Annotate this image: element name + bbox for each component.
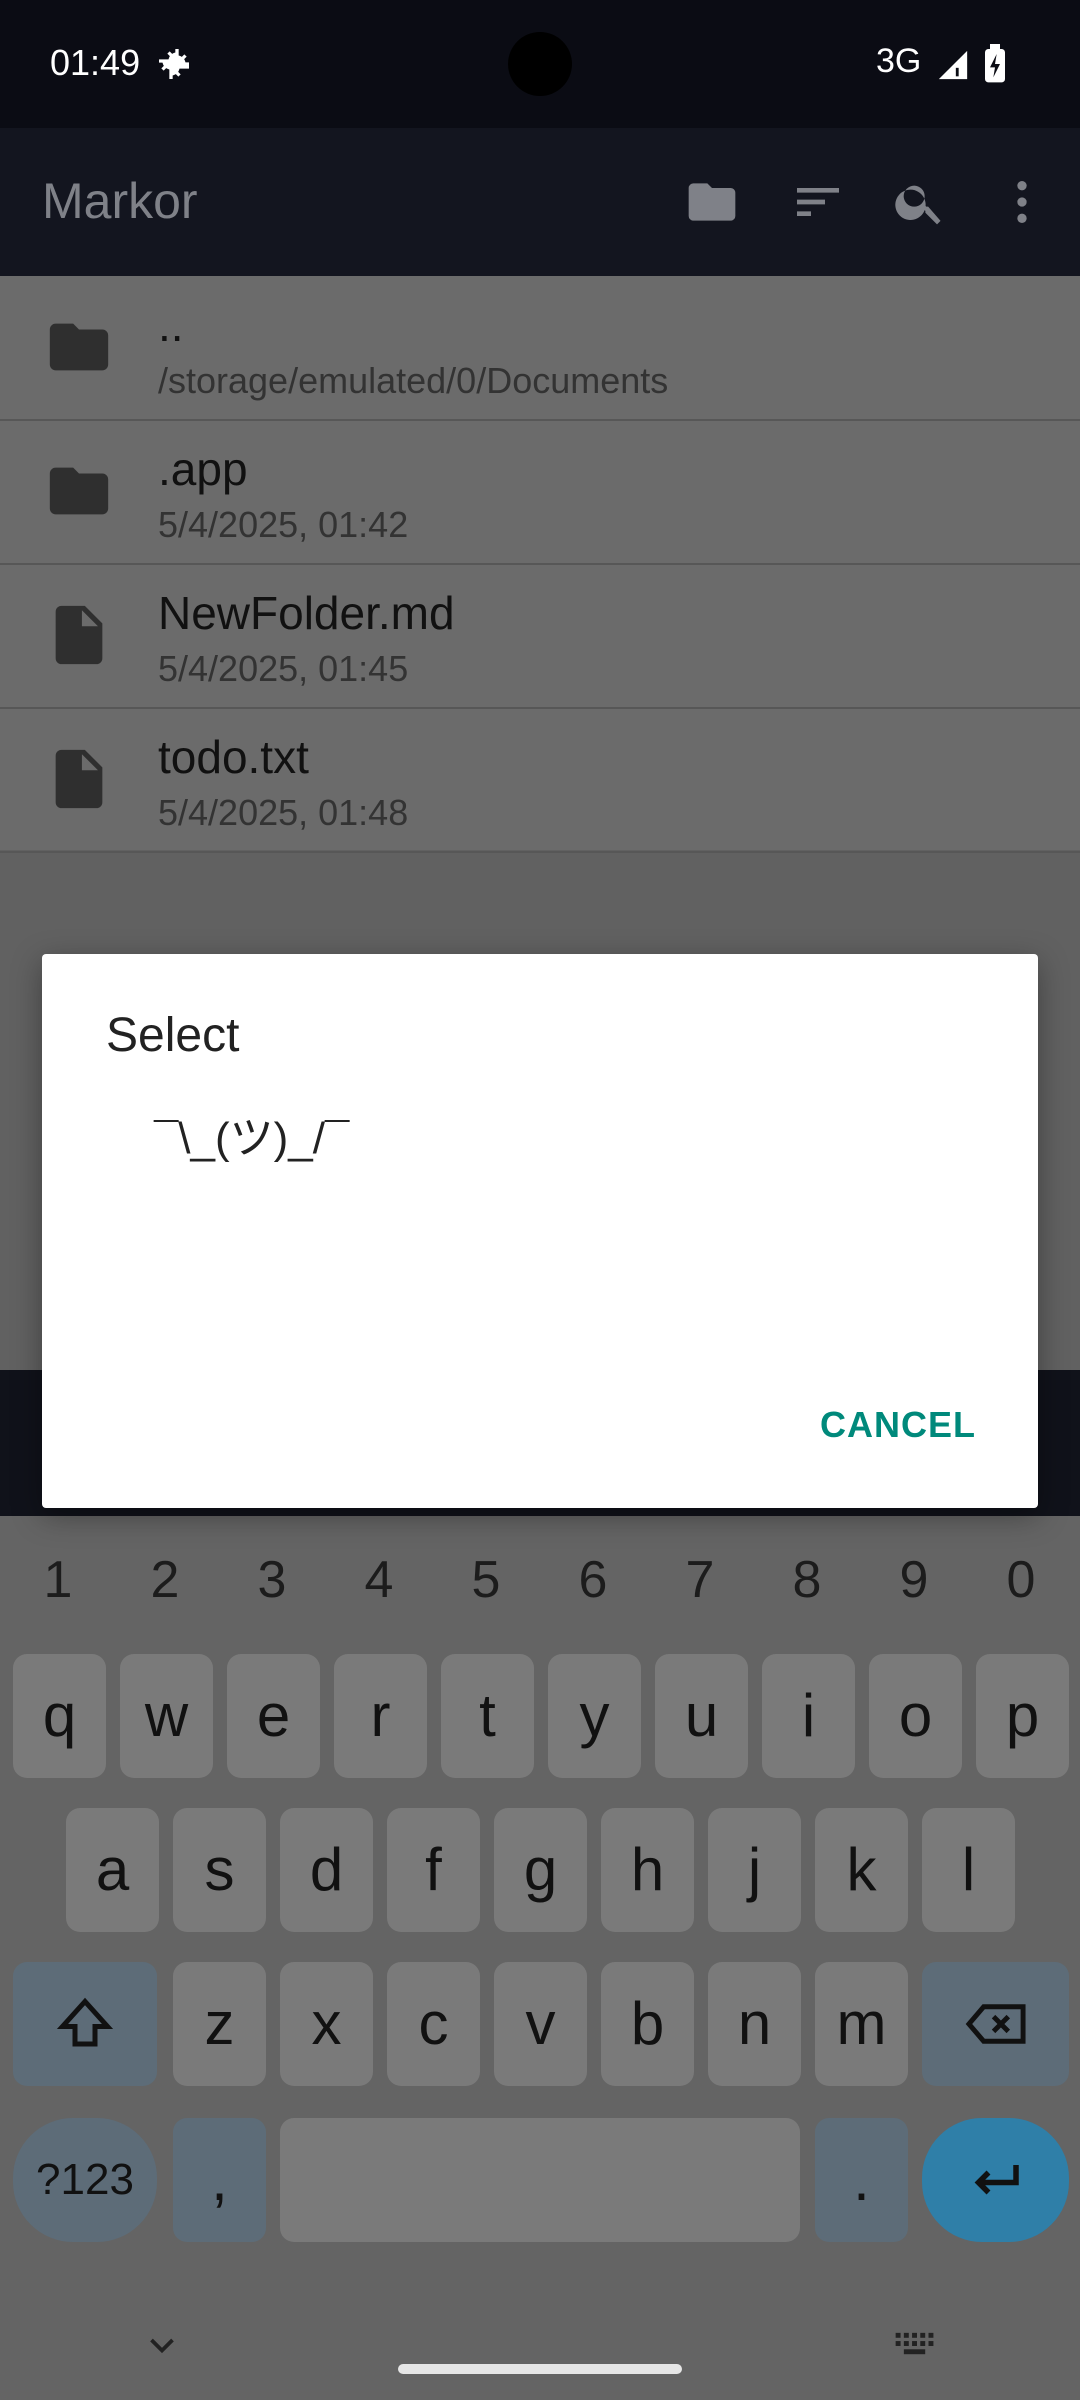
camera-cutout	[508, 32, 572, 96]
file-name: ..	[158, 299, 184, 351]
folder-icon	[44, 456, 114, 531]
list-item-parent-folder[interactable]: .. /storage/emulated/0/Documents	[0, 276, 1080, 421]
key-a[interactable]: a	[66, 1808, 159, 1932]
key-h[interactable]: h	[601, 1808, 694, 1932]
file-name: todo.txt	[158, 731, 309, 783]
folder-icon	[44, 312, 114, 387]
key-n[interactable]: n	[708, 1962, 801, 2086]
search-icon[interactable]	[892, 174, 948, 235]
key-s[interactable]: s	[173, 1808, 266, 1932]
enter-key[interactable]	[922, 2118, 1069, 2242]
file-detail: /storage/emulated/0/Documents	[158, 360, 669, 401]
key-w[interactable]: w	[120, 1654, 213, 1778]
key-o[interactable]: o	[869, 1654, 962, 1778]
key-7[interactable]: 7	[650, 1550, 750, 1610]
sort-icon[interactable]	[790, 174, 846, 235]
select-dialog: Select ¯\_(ツ)_/¯ CANCEL	[42, 954, 1038, 1508]
status-bar: 01:49 3G	[0, 0, 1080, 128]
key-p[interactable]: p	[976, 1654, 1069, 1778]
navigation-handle[interactable]	[398, 2364, 682, 2374]
list-item-app-folder[interactable]: .app 5/4/2025, 01:42	[0, 420, 1080, 565]
file-detail: 5/4/2025, 01:48	[158, 792, 409, 833]
key-m[interactable]: m	[815, 1962, 908, 2086]
key-g[interactable]: g	[494, 1808, 587, 1932]
list-item-newfolder-md[interactable]: NewFolder.md 5/4/2025, 01:45	[0, 564, 1080, 709]
keyboard: 1 2 3 4 5 6 7 8 9 0 q w e r t y u i o p …	[0, 1516, 1080, 2400]
key-k[interactable]: k	[815, 1808, 908, 1932]
key-c[interactable]: c	[387, 1962, 480, 2086]
space-key[interactable]	[280, 2118, 800, 2242]
key-x[interactable]: x	[280, 1962, 373, 2086]
shift-key[interactable]	[13, 1962, 157, 2086]
battery-charging-icon	[982, 44, 1008, 89]
key-1[interactable]: 1	[8, 1550, 108, 1610]
key-j[interactable]: j	[708, 1808, 801, 1932]
app-bar: Markor	[0, 128, 1080, 276]
file-detail: 5/4/2025, 01:42	[158, 504, 409, 545]
file-icon	[44, 600, 114, 675]
file-icon	[44, 744, 114, 819]
key-3[interactable]: 3	[222, 1550, 322, 1610]
dialog-option-shrug[interactable]: ¯\_(ツ)_/¯	[154, 1102, 349, 1166]
file-name: .app	[158, 443, 248, 495]
period-key[interactable]: .	[815, 2118, 908, 2242]
key-9[interactable]: 9	[864, 1550, 964, 1610]
file-detail: 5/4/2025, 01:45	[158, 648, 409, 689]
comma-key[interactable]: ,	[173, 2118, 266, 2242]
key-z[interactable]: z	[173, 1962, 266, 2086]
key-5[interactable]: 5	[436, 1550, 536, 1610]
key-6[interactable]: 6	[543, 1550, 643, 1610]
symbols-key[interactable]: ?123	[13, 2118, 157, 2242]
file-list: .. /storage/emulated/0/Documents .app 5/…	[0, 276, 1080, 853]
settings-gear-icon	[154, 44, 194, 84]
key-l[interactable]: l	[922, 1808, 1015, 1932]
signal-icon	[936, 48, 970, 87]
hide-keyboard-chevron-icon[interactable]	[144, 2328, 180, 2369]
key-0[interactable]: 0	[971, 1550, 1071, 1610]
status-time: 01:49	[50, 42, 141, 83]
key-e[interactable]: e	[227, 1654, 320, 1778]
app-title: Markor	[42, 173, 198, 229]
folder-icon[interactable]	[684, 174, 740, 235]
key-u[interactable]: u	[655, 1654, 748, 1778]
dialog-title: Select	[106, 1009, 240, 1062]
network-type: 3G	[876, 42, 922, 80]
more-options-icon[interactable]	[994, 174, 1050, 235]
list-item-todo-txt[interactable]: todo.txt 5/4/2025, 01:48	[0, 708, 1080, 853]
keyboard-switch-icon[interactable]	[894, 2328, 940, 2369]
backspace-key[interactable]	[922, 1962, 1069, 2086]
key-4[interactable]: 4	[329, 1550, 429, 1610]
key-q[interactable]: q	[13, 1654, 106, 1778]
key-f[interactable]: f	[387, 1808, 480, 1932]
key-2[interactable]: 2	[115, 1550, 215, 1610]
key-y[interactable]: y	[548, 1654, 641, 1778]
key-t[interactable]: t	[441, 1654, 534, 1778]
key-8[interactable]: 8	[757, 1550, 857, 1610]
key-b[interactable]: b	[601, 1962, 694, 2086]
key-d[interactable]: d	[280, 1808, 373, 1932]
file-name: NewFolder.md	[158, 587, 455, 639]
key-r[interactable]: r	[334, 1654, 427, 1778]
cancel-button[interactable]: CANCEL	[820, 1404, 976, 1446]
key-v[interactable]: v	[494, 1962, 587, 2086]
key-i[interactable]: i	[762, 1654, 855, 1778]
